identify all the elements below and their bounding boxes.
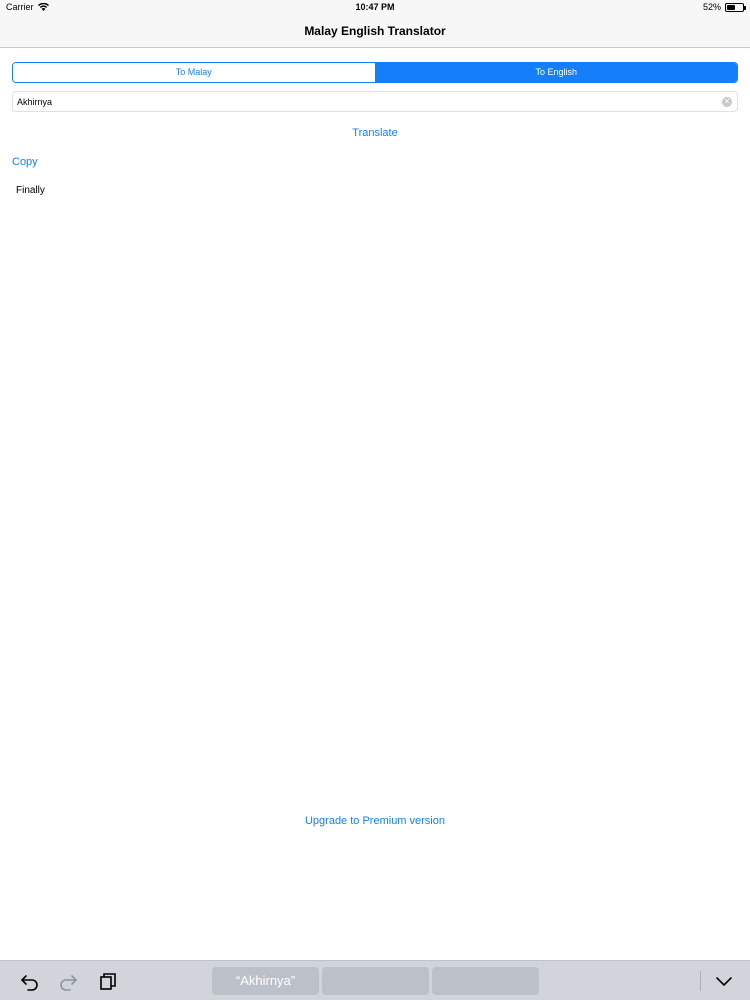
- keyboard-shortcut-bar: “Akhirnya”: [0, 960, 750, 1000]
- source-text-field: ✕: [12, 91, 738, 112]
- status-bar: Carrier 10:47 PM 52%: [0, 0, 750, 15]
- paste-icon[interactable]: [98, 971, 118, 991]
- segment-to-english[interactable]: To English: [374, 63, 737, 82]
- upgrade-premium-link[interactable]: Upgrade to Premium version: [0, 815, 750, 827]
- suggestion-2[interactable]: [322, 967, 429, 995]
- clear-icon[interactable]: ✕: [722, 97, 732, 107]
- source-text-input[interactable]: [17, 92, 707, 111]
- battery-fill: [727, 4, 735, 10]
- keyboard-divider: [700, 971, 701, 991]
- translation-result: Finally: [16, 185, 45, 196]
- status-time: 10:47 PM: [355, 2, 395, 12]
- translate-button[interactable]: Translate: [0, 127, 750, 139]
- redo-icon[interactable]: [58, 971, 78, 991]
- battery-icon: [725, 2, 746, 12]
- direction-segmented-control: To Malay To English: [12, 62, 738, 83]
- hide-keyboard-icon[interactable]: [714, 971, 734, 991]
- copy-button[interactable]: Copy: [12, 156, 38, 168]
- segment-to-malay[interactable]: To Malay: [13, 63, 375, 82]
- status-right: 52%: [702, 2, 746, 12]
- page-title: Malay English Translator: [304, 24, 446, 38]
- suggestion-3[interactable]: [432, 967, 539, 995]
- battery-percent: 52%: [702, 2, 721, 12]
- undo-icon[interactable]: [20, 971, 40, 991]
- suggestion-1[interactable]: “Akhirnya”: [212, 967, 319, 995]
- navigation-bar: Malay English Translator: [0, 15, 750, 48]
